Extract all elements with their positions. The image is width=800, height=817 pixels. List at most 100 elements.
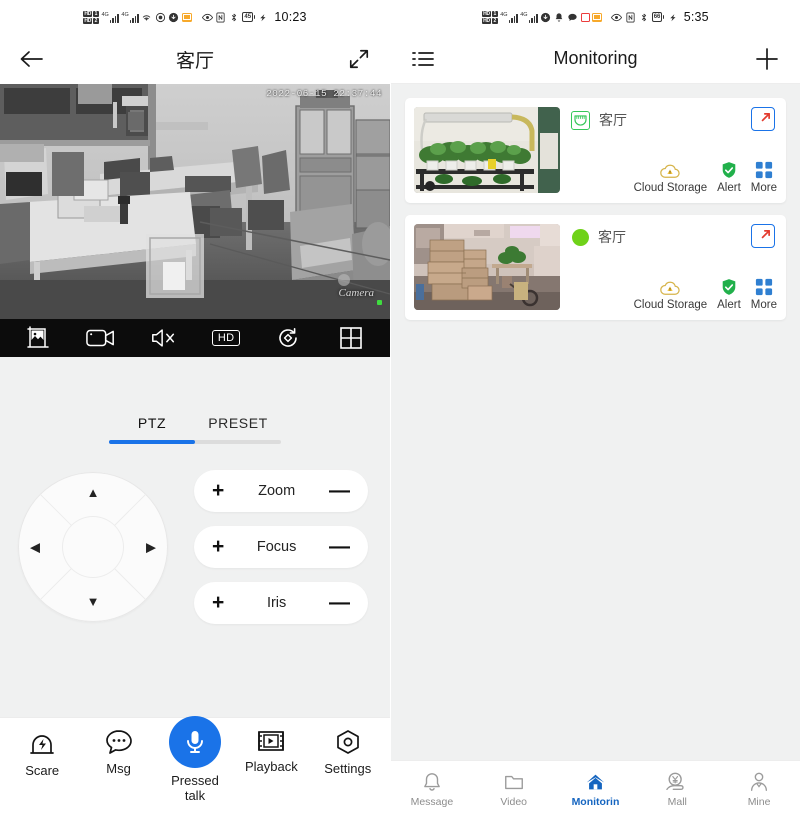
iris-plus-button[interactable]: + [212, 592, 224, 613]
tab-ptz[interactable]: PTZ [109, 415, 195, 440]
tab-preset[interactable]: PRESET [195, 415, 281, 440]
video-camera-icon [86, 327, 116, 349]
playback-button[interactable]: Playback [236, 728, 306, 774]
menu-button[interactable] [407, 42, 441, 76]
mute-button[interactable] [142, 323, 186, 353]
fullscreen-button[interactable] [342, 42, 376, 76]
device-thumbnail[interactable] [414, 107, 560, 193]
image-crop-icon [27, 326, 51, 350]
nav-message[interactable]: Message [397, 771, 467, 808]
add-device-button[interactable] [750, 42, 784, 76]
iris-minus-button[interactable]: — [329, 592, 350, 613]
ptz-center-hub[interactable] [62, 516, 124, 578]
alert-label: Alert [717, 299, 741, 311]
device-card[interactable]: 客厅 Cloud Storage Alert [405, 98, 786, 203]
page-title: Monitoring [391, 48, 800, 69]
talk-circle[interactable] [169, 716, 221, 768]
hand-yuan-icon [665, 771, 689, 793]
device-card[interactable]: 客厅 Cloud Storage Alert [405, 215, 786, 320]
status-time: 5:35 [684, 10, 709, 24]
microphone-icon [183, 729, 207, 755]
cloud-storage-action[interactable]: Cloud Storage [634, 280, 708, 311]
bell-icon [554, 12, 565, 23]
cloud-warning-icon [659, 163, 681, 179]
ptz-controls-row: ▲ ▼ ◀ ▶ + Zoom — + Focus — [0, 444, 390, 624]
video-status-dot [377, 300, 382, 305]
nav-mine[interactable]: Mine [724, 771, 794, 808]
cloud-storage-label: Cloud Storage [634, 299, 708, 311]
device-card-body: 客厅 Cloud Storage Alert [560, 224, 777, 311]
chat-icon [567, 12, 578, 23]
download-icon [168, 12, 179, 23]
ptz-down-button[interactable]: ▼ [87, 595, 100, 608]
share-button[interactable] [751, 107, 775, 131]
bell-icon [421, 771, 443, 793]
left-status-bar: HD1 HD2 4G 4G [0, 0, 390, 34]
status-icons-group: HD1 HD2 4G 4G [83, 11, 268, 24]
ptz-left-button[interactable]: ◀ [30, 540, 40, 553]
scare-button[interactable]: Scare [7, 728, 77, 778]
nav-video[interactable]: Video [479, 771, 549, 808]
home-icon [584, 771, 607, 793]
ptz-up-button[interactable]: ▲ [87, 486, 100, 499]
nav-mine-label: Mine [748, 796, 771, 808]
pressed-talk-label: Pressedtalk [171, 773, 219, 803]
bluetooth-icon [638, 12, 649, 23]
right-bottom-nav: Message Video Monitorin Mall Mine [391, 760, 800, 817]
device-thumbnail[interactable] [414, 224, 560, 310]
settings-button[interactable]: Settings [313, 728, 383, 776]
right-status-bar: HD1 HD2 4G 4G [391, 0, 800, 34]
camera-status-icon [571, 111, 590, 130]
nav-mall[interactable]: Mall [642, 771, 712, 808]
record-button[interactable] [79, 323, 123, 353]
left-app-bar: 客厅 [0, 34, 390, 84]
alert-label: Alert [717, 182, 741, 194]
charging-icon [257, 12, 268, 23]
cloud-storage-label: Cloud Storage [634, 182, 708, 194]
tab-underline-active [109, 440, 195, 444]
focus-minus-button[interactable]: — [329, 536, 350, 557]
video-watermark: Camera [339, 287, 374, 299]
snapshot-button[interactable] [17, 323, 61, 353]
hd-dual-sim-icon: HD1 HD2 [482, 11, 498, 24]
zoom-minus-button[interactable]: — [329, 480, 350, 501]
left-bottom-toolbar: Scare Msg Pressedtalk Playback Settings [0, 717, 390, 817]
pressed-talk-button[interactable]: Pressedtalk [160, 728, 230, 803]
quality-button[interactable]: HD [204, 323, 248, 353]
film-play-icon [256, 728, 286, 754]
more-label: More [751, 299, 777, 311]
alert-action[interactable]: Alert [717, 278, 741, 311]
ptz-direction-pad[interactable]: ▲ ▼ ◀ ▶ [18, 472, 168, 622]
device-card-actions: Cloud Storage Alert More [634, 161, 777, 194]
siren-flash-icon [27, 728, 57, 758]
live-video-view[interactable]: 2022-06-15 22:37:44 Camera [0, 84, 390, 319]
download-icon [540, 12, 551, 23]
split-view-button[interactable] [329, 323, 373, 353]
msg-button[interactable]: Msg [84, 728, 154, 776]
rotate-refresh-icon [276, 326, 300, 350]
ptz-right-button[interactable]: ▶ [146, 540, 156, 553]
list-menu-icon [411, 49, 437, 69]
hd-dual-sim-icon: HD1 HD2 [83, 11, 99, 24]
video-control-bar: HD [0, 319, 390, 357]
nav-monitoring[interactable]: Monitorin [560, 771, 630, 808]
focus-plus-button[interactable]: + [212, 536, 224, 557]
settings-label: Settings [324, 761, 371, 776]
share-arrow-icon [756, 112, 771, 127]
more-action[interactable]: More [751, 161, 777, 194]
dual-screenshot-container: HD1 HD2 4G 4G [0, 0, 800, 817]
ptz-panel: PTZ PRESET ▲ ▼ ◀ ▶ + Zoom [0, 357, 390, 717]
share-button[interactable] [751, 224, 775, 248]
back-button[interactable] [14, 42, 48, 76]
device-card-body: 客厅 Cloud Storage Alert [560, 107, 777, 194]
zoom-stepper: + Zoom — [194, 470, 368, 512]
nfc-icon [215, 12, 226, 23]
more-action[interactable]: More [751, 278, 777, 311]
cloud-storage-action[interactable]: Cloud Storage [634, 163, 708, 194]
zoom-plus-button[interactable]: + [212, 480, 224, 501]
rotate-button[interactable] [266, 323, 310, 353]
bluetooth-icon [229, 12, 240, 23]
grid-dots-icon [755, 278, 773, 296]
alert-action[interactable]: Alert [717, 161, 741, 194]
iris-stepper: + Iris — [194, 582, 368, 624]
